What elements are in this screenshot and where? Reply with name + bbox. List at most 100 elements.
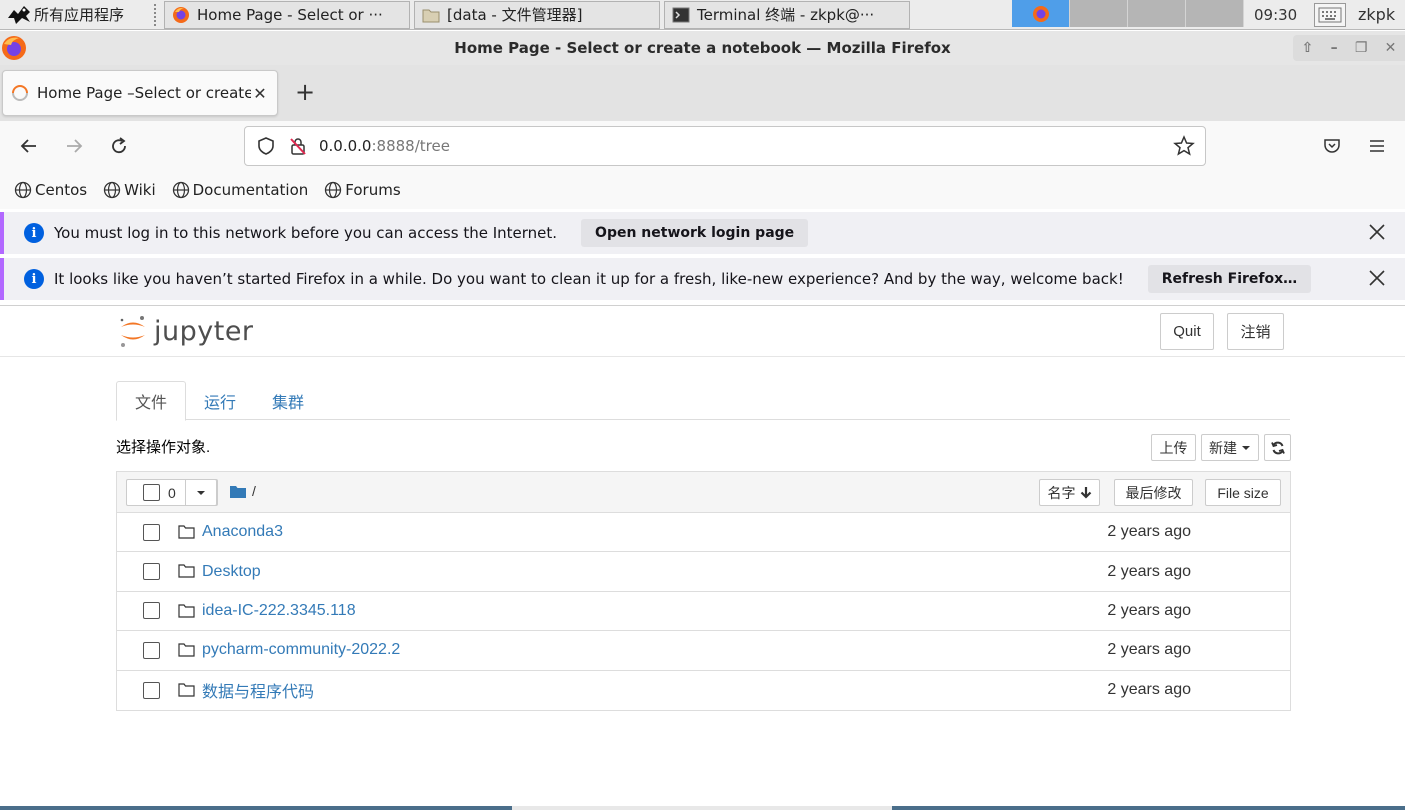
minimize-icon[interactable]: – [1331, 40, 1338, 56]
keyboard-icon[interactable] [1314, 3, 1346, 27]
url-path: :8888/tree [371, 137, 450, 155]
scroll-indicator [512, 806, 892, 810]
sort-by-modified-button[interactable]: 最后修改 [1114, 479, 1193, 506]
close-icon[interactable] [1367, 222, 1387, 242]
reload-button[interactable] [105, 132, 133, 160]
refresh-firefox-button[interactable]: Refresh Firefox… [1147, 265, 1312, 293]
globe-icon [172, 181, 189, 199]
sort-by-size-button[interactable]: File size [1205, 479, 1281, 506]
window-titlebar[interactable]: Home Page - Select or create a notebook … [0, 31, 1405, 65]
item-modified: 2 years ago [1107, 641, 1191, 659]
jupyter-logo-icon [120, 316, 145, 347]
pocket-button[interactable] [1318, 132, 1346, 160]
navigation-toolbar: 0.0.0.0:8888/tree [0, 121, 1405, 171]
globe-icon [325, 181, 342, 199]
upload-button[interactable]: 上传 [1151, 434, 1196, 461]
list-item[interactable]: pycharm-community-2022.2 2 years ago [117, 631, 1290, 671]
row-checkbox[interactable] [143, 641, 160, 659]
clock[interactable]: 09:30 [1254, 0, 1297, 30]
tab-clusters[interactable]: 集群 [254, 381, 322, 420]
browser-tab[interactable]: Home Page –Select or create a notebook ✕ [2, 70, 278, 116]
bookmark-star-icon[interactable] [1173, 135, 1195, 157]
tab-close-icon[interactable]: ✕ [251, 84, 269, 103]
globe-icon [14, 181, 32, 199]
list-item[interactable]: idea-IC-222.3345.118 2 years ago [117, 592, 1290, 632]
item-name-link[interactable]: pycharm-community-2022.2 [202, 641, 400, 659]
shade-icon[interactable]: ⇧ [1302, 40, 1314, 56]
bookmark-forums[interactable]: Forums [324, 181, 401, 199]
item-name-link[interactable]: 数据与程序代码 [202, 678, 314, 702]
refresh-icon [1270, 441, 1285, 454]
reload-icon [112, 137, 126, 154]
item-name-link[interactable]: idea-IC-222.3345.118 [202, 602, 356, 620]
row-checkbox[interactable] [143, 602, 160, 620]
os-taskbar: 所有应用程序 Home Page - Select or ··· [data -… [0, 0, 1405, 30]
back-button[interactable] [15, 132, 43, 160]
address-bar[interactable]: 0.0.0.0:8888/tree [244, 126, 1206, 166]
new-label: 新建 [1209, 439, 1237, 456]
folder-icon [421, 5, 441, 25]
item-modified: 2 years ago [1107, 523, 1191, 541]
logout-button[interactable]: 注销 [1227, 313, 1284, 350]
folder-icon [178, 682, 195, 697]
sort-by-name-button[interactable]: 名字 [1039, 479, 1100, 506]
task-file-manager[interactable]: [data - 文件管理器] [414, 0, 660, 29]
open-login-page-button[interactable]: Open network login page [581, 219, 809, 247]
select-all-control[interactable]: 0 [126, 479, 218, 506]
quit-button[interactable]: Quit [1160, 313, 1214, 350]
window-title: Home Page - Select or create a notebook … [454, 39, 951, 57]
app-menu-button[interactable] [1363, 132, 1391, 160]
insecure-lock-icon[interactable] [287, 135, 309, 157]
task-firefox[interactable]: Home Page - Select or ··· [164, 0, 410, 29]
bookmark-centos[interactable]: Centos [14, 181, 87, 199]
folder-icon [178, 604, 195, 618]
item-name-link[interactable]: Anaconda3 [202, 523, 283, 541]
info-icon: i [24, 223, 44, 243]
terminal-icon [671, 5, 691, 25]
user-name[interactable]: zkpk [1358, 0, 1395, 30]
tab-running[interactable]: 运行 [186, 381, 254, 420]
caret-down-icon [197, 490, 205, 495]
forward-button[interactable] [60, 132, 88, 160]
close-icon[interactable]: ✕ [1385, 40, 1397, 56]
item-name-link[interactable]: Desktop [202, 563, 261, 581]
back-arrow-icon [20, 139, 36, 153]
list-item[interactable]: 数据与程序代码 2 years ago [117, 671, 1290, 710]
list-item[interactable]: Desktop 2 years ago [117, 552, 1290, 592]
file-list: 0 / 名字 最后修改 File size Anaconda3 2 years … [116, 471, 1291, 711]
row-checkbox[interactable] [143, 681, 160, 699]
bookmark-label: Wiki [124, 181, 156, 199]
info-icon: i [24, 269, 44, 289]
list-item[interactable]: Anaconda3 2 years ago [117, 513, 1290, 553]
file-list-header: 0 / 名字 最后修改 File size [117, 472, 1290, 513]
jupyter-logo[interactable]: jupyter [118, 314, 254, 348]
tab-strip: Home Page –Select or create a notebook ✕… [0, 65, 1405, 121]
workspace-2[interactable] [1070, 0, 1128, 27]
tracking-protection-icon[interactable] [255, 135, 277, 157]
new-tab-button[interactable]: + [292, 80, 318, 106]
select-dropdown-button[interactable] [185, 479, 217, 506]
hamburger-menu-icon [1370, 140, 1384, 152]
workspace-1[interactable] [1012, 0, 1070, 27]
workspace-4[interactable] [1186, 0, 1244, 27]
close-icon[interactable] [1367, 268, 1387, 288]
task-terminal[interactable]: Terminal 终端 - zkpk@··· [664, 0, 910, 29]
url-host: 0.0.0.0 [319, 137, 372, 155]
row-checkbox[interactable] [143, 523, 160, 541]
new-dropdown-button[interactable]: 新建 [1201, 434, 1259, 461]
applications-menu[interactable]: 所有应用程序 [0, 0, 150, 30]
row-checkbox[interactable] [143, 563, 160, 581]
refresh-list-button[interactable] [1264, 434, 1291, 461]
bookmark-documentation[interactable]: Documentation [172, 181, 309, 199]
maximize-icon[interactable]: ❐ [1355, 40, 1368, 56]
jupyter-header: jupyter Quit 注销 [0, 305, 1405, 357]
tab-files[interactable]: 文件 [116, 381, 187, 421]
bookmark-wiki[interactable]: Wiki [103, 181, 156, 199]
bookmark-label: Forums [345, 181, 401, 199]
select-all-checkbox[interactable] [143, 484, 160, 501]
notice-text: It looks like you haven’t started Firefo… [54, 270, 1124, 288]
breadcrumb[interactable]: / [230, 483, 256, 499]
url-text: 0.0.0.0:8888/tree [319, 137, 450, 155]
workspace-3[interactable] [1128, 0, 1186, 27]
bookmark-label: Documentation [192, 181, 309, 199]
